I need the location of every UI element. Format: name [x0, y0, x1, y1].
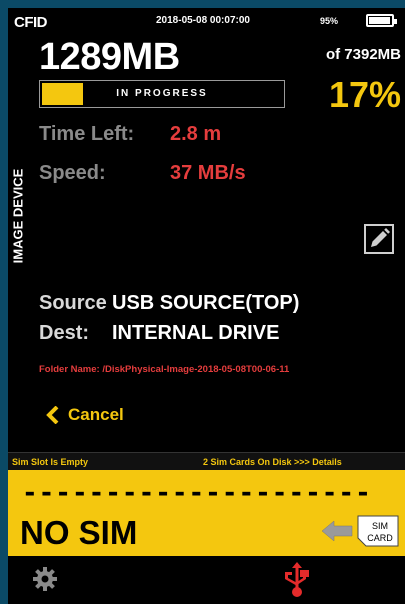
time-left-value: 2.8 m: [170, 123, 222, 145]
side-label-text: IMAGE DEVICE: [10, 168, 26, 264]
sim-panel: --------------------- NO SIM SIM CARD: [8, 470, 405, 556]
dest-row: Dest: INTERNAL DRIVE: [39, 322, 279, 345]
sim-slot-status: Sim Slot Is Empty: [12, 457, 89, 467]
cancel-button[interactable]: Cancel: [46, 405, 124, 425]
cancel-label: Cancel: [68, 405, 124, 424]
battery-level: [369, 17, 390, 24]
battery-icon: [366, 14, 397, 27]
source-value: USB SOURCE(TOP): [112, 292, 300, 314]
progress-percent: 17%: [328, 74, 401, 115]
dest-label: Dest:: [39, 322, 90, 344]
sim-dashes: ---------------------: [22, 478, 372, 508]
progress-bar: IN PROGRESS: [39, 80, 285, 108]
progress-status: IN PROGRESS: [116, 88, 208, 99]
time-left-label: Time Left:: [39, 123, 135, 145]
dest-value: INTERNAL DRIVE: [112, 322, 280, 344]
gear-icon[interactable]: [32, 566, 58, 592]
sim-header: Sim Slot Is Empty 2 Sim Cards On Disk >>…: [8, 452, 405, 470]
chevron-left-icon: [46, 406, 59, 424]
time-left-row: Time Left: 2.8 m: [39, 123, 221, 146]
edit-button[interactable]: [364, 224, 394, 254]
speed-row: Speed: 37 MB/s: [39, 162, 246, 185]
sim-card-button[interactable]: SIM CARD: [320, 514, 400, 548]
sim-card-line1: SIM: [372, 521, 388, 531]
pencil-icon: [371, 228, 390, 247]
source-label: Source: [39, 292, 107, 314]
cfid-logo: CFID: [14, 14, 48, 28]
source-row: Source USB SOURCE(TOP): [39, 292, 299, 315]
speed-value: 37 MB/s: [170, 162, 246, 184]
datetime: 2018-05-08 00:07:00: [156, 15, 250, 26]
folder-name: Folder Name: /DiskPhysical-Image-2018-05…: [39, 364, 290, 375]
arrow-left-icon: [321, 520, 353, 542]
speed-label: Speed:: [39, 162, 106, 184]
side-label: IMAGE DEVICE: [10, 136, 26, 296]
status-bar: CFID 2018-05-08 00:07:00 95%: [8, 8, 405, 34]
device-screen: CFID 2018-05-08 00:07:00 95% IMAGE DEVIC…: [8, 8, 405, 604]
copied-size: 1289MB: [39, 36, 180, 78]
sim-state: NO SIM: [20, 514, 138, 551]
svg-text:CFID: CFID: [14, 14, 48, 28]
total-size: of 7392MB: [325, 46, 401, 63]
bottom-bar: [8, 556, 405, 604]
battery-percent: 95%: [320, 16, 339, 26]
usb-icon[interactable]: [282, 562, 312, 598]
sim-details-link[interactable]: 2 Sim Cards On Disk >>> Details: [203, 457, 342, 467]
sim-card-line2: CARD: [367, 533, 393, 543]
